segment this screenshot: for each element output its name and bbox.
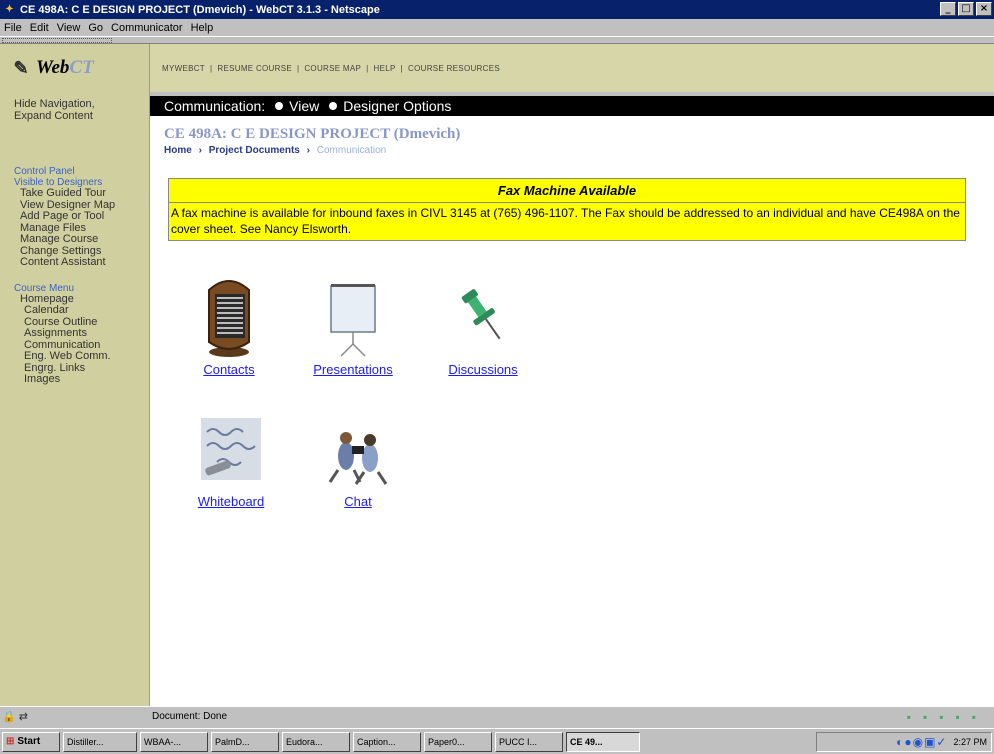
nav-homepage[interactable]: Homepage <box>0 293 149 306</box>
notice-box: Fax Machine Available A fax machine is a… <box>168 178 966 241</box>
topnav-course-map[interactable]: COURSE MAP <box>304 64 361 73</box>
nav-eng-web-comm[interactable]: Eng. Web Comm. <box>0 350 149 363</box>
view-radio-icon[interactable] <box>275 102 284 110</box>
mode-bar: Communication: View Designer Options <box>150 96 994 116</box>
presentations-link[interactable]: Presentations <box>298 362 408 377</box>
breadcrumb: Home › Project Documents › Communication <box>164 145 386 156</box>
breadcrumb-project-documents[interactable]: Project Documents <box>209 145 300 156</box>
designer-options-mode[interactable]: Designer Options <box>343 98 451 114</box>
task-pucc[interactable]: PUCC I... <box>495 731 563 752</box>
minimize-button[interactable]: _ <box>940 2 956 16</box>
task-distiller[interactable]: Distiller... <box>63 731 137 752</box>
nav-calendar[interactable]: Calendar <box>0 304 149 317</box>
toolbar-grip[interactable] <box>2 38 112 43</box>
designer-radio-icon[interactable] <box>329 102 338 110</box>
logo-web: Web <box>36 57 70 78</box>
security-lock-icon[interactable]: 🔒 ⇄ <box>2 710 28 723</box>
nav-images[interactable]: Images <box>0 373 149 386</box>
task-palm[interactable]: PalmD... <box>211 731 279 752</box>
pushpin-icon <box>461 289 501 340</box>
task-caption[interactable]: Caption... <box>353 731 421 752</box>
netscape-icon: ✦ <box>5 4 14 15</box>
tray-icons[interactable]: ◐●◉▣✓ <box>896 735 947 749</box>
tool-chat[interactable]: Chat <box>320 412 396 509</box>
nav-assignments[interactable]: Assignments <box>0 327 149 340</box>
window-title: CE 498A: C E DESIGN PROJECT (Dmevich) - … <box>20 3 380 16</box>
system-tray: ◐●◉▣✓ 2:27 PM <box>816 732 992 752</box>
status-text: Document: Done <box>152 711 228 722</box>
tool-presentations[interactable]: Presentations <box>298 270 408 377</box>
component-bar-icons[interactable]: ▪▪▪▪▪ <box>907 710 988 724</box>
control-panel-heading: Control Panel <box>14 166 75 177</box>
webct-logo-icon: ✎ <box>13 57 29 78</box>
course-title: CE 498A: C E DESIGN PROJECT (Dmevich) <box>164 126 461 142</box>
menubar: File Edit View Go Communicator Help <box>0 19 994 36</box>
discussions-link[interactable]: Discussions <box>436 362 530 377</box>
topnav-mywebct[interactable]: MYWEBCT <box>162 64 205 73</box>
menu-go[interactable]: Go <box>88 22 103 34</box>
breadcrumb-current: Communication <box>316 145 387 156</box>
maximize-button[interactable]: □ <box>958 2 974 16</box>
view-mode-option[interactable]: View <box>289 98 319 114</box>
task-paper[interactable]: Paper0... <box>424 731 492 752</box>
contacts-link[interactable]: Contacts <box>186 362 272 377</box>
menu-view[interactable]: View <box>57 22 81 34</box>
menu-communicator[interactable]: Communicator <box>111 22 183 34</box>
topnav-resume-course[interactable]: RESUME COURSE <box>217 64 292 73</box>
start-button[interactable]: ⊞ Start <box>2 731 60 752</box>
topnav-separator: | <box>400 63 404 73</box>
close-button[interactable]: × <box>976 2 992 16</box>
hide-navigation-text: Hide Navigation, <box>14 98 95 110</box>
menu-edit[interactable]: Edit <box>30 22 49 34</box>
rolodex-icon <box>208 280 250 357</box>
expand-content-text: Expand Content <box>14 110 93 122</box>
task-wbaa[interactable]: WBAA-... <box>140 731 208 752</box>
windows-logo-icon: ⊞ <box>6 736 15 747</box>
breadcrumb-arrow-icon: › <box>306 145 310 156</box>
topnav-course-resources[interactable]: COURSE RESOURCES <box>408 64 500 73</box>
topnav-help[interactable]: HELP <box>374 64 396 73</box>
clock[interactable]: 2:27 PM <box>953 737 987 747</box>
nav-add-page-or-tool[interactable]: Add Page or Tool <box>0 210 149 223</box>
course-menu-heading: Course Menu <box>14 282 75 294</box>
breadcrumb-home[interactable]: Home <box>164 145 192 156</box>
status-bar: 🔒 ⇄ Document: Done ▪▪▪▪▪ <box>0 706 994 728</box>
task-ce49-active[interactable]: CE 49... <box>566 731 640 752</box>
task-eudora[interactable]: Eudora... <box>282 731 350 752</box>
whiteboard-icon <box>201 418 261 480</box>
chat-link[interactable]: Chat <box>320 494 396 509</box>
mode-section-label: Communication: <box>164 98 266 114</box>
whiteboard-link[interactable]: Whiteboard <box>186 494 276 509</box>
topnav-separator: | <box>366 63 369 73</box>
topnav-separator: | <box>210 63 213 73</box>
nav-manage-course[interactable]: Manage Course <box>0 233 149 246</box>
projection-screen-icon <box>330 284 376 357</box>
hide-navigation-link[interactable]: Hide Navigation, Expand Content <box>0 98 149 122</box>
menu-file[interactable]: File <box>4 22 22 34</box>
tool-whiteboard[interactable]: Whiteboard <box>186 412 276 509</box>
nav-content-assistant[interactable]: Content Assistant <box>0 256 149 269</box>
nav-engrg-links[interactable]: Engrg. Links <box>0 362 149 375</box>
webct-logo: ✎ Web CT <box>0 44 149 92</box>
logo-ct: CT <box>69 57 94 78</box>
tool-discussions[interactable]: Discussions <box>436 270 530 377</box>
main-content: CE 498A: C E DESIGN PROJECT (Dmevich) Ho… <box>150 116 994 706</box>
top-navigation: MYWEBCT | RESUME COURSE | COURSE MAP | H… <box>150 44 994 92</box>
tool-contacts[interactable]: Contacts <box>186 270 272 377</box>
start-label: Start <box>17 736 41 747</box>
notice-body: A fax machine is available for inbound f… <box>169 203 965 240</box>
chat-people-icon <box>328 432 388 485</box>
menu-help[interactable]: Help <box>191 22 214 34</box>
window-titlebar: ✦ CE 498A: C E DESIGN PROJECT (Dmevich) … <box>0 0 994 19</box>
notice-title: Fax Machine Available <box>169 179 965 203</box>
left-navigation: ✎ Web CT Hide Navigation, Expand Content … <box>0 44 150 706</box>
taskbar: ⊞ Start Distiller... WBAA-... PalmD... E… <box>0 728 994 754</box>
topnav-separator: | <box>296 63 300 73</box>
nav-take-guided-tour[interactable]: Take Guided Tour <box>0 187 149 200</box>
breadcrumb-arrow-icon: › <box>198 145 202 156</box>
window-controls: _ □ × <box>940 2 992 16</box>
toolbar-collapsed <box>0 36 994 44</box>
